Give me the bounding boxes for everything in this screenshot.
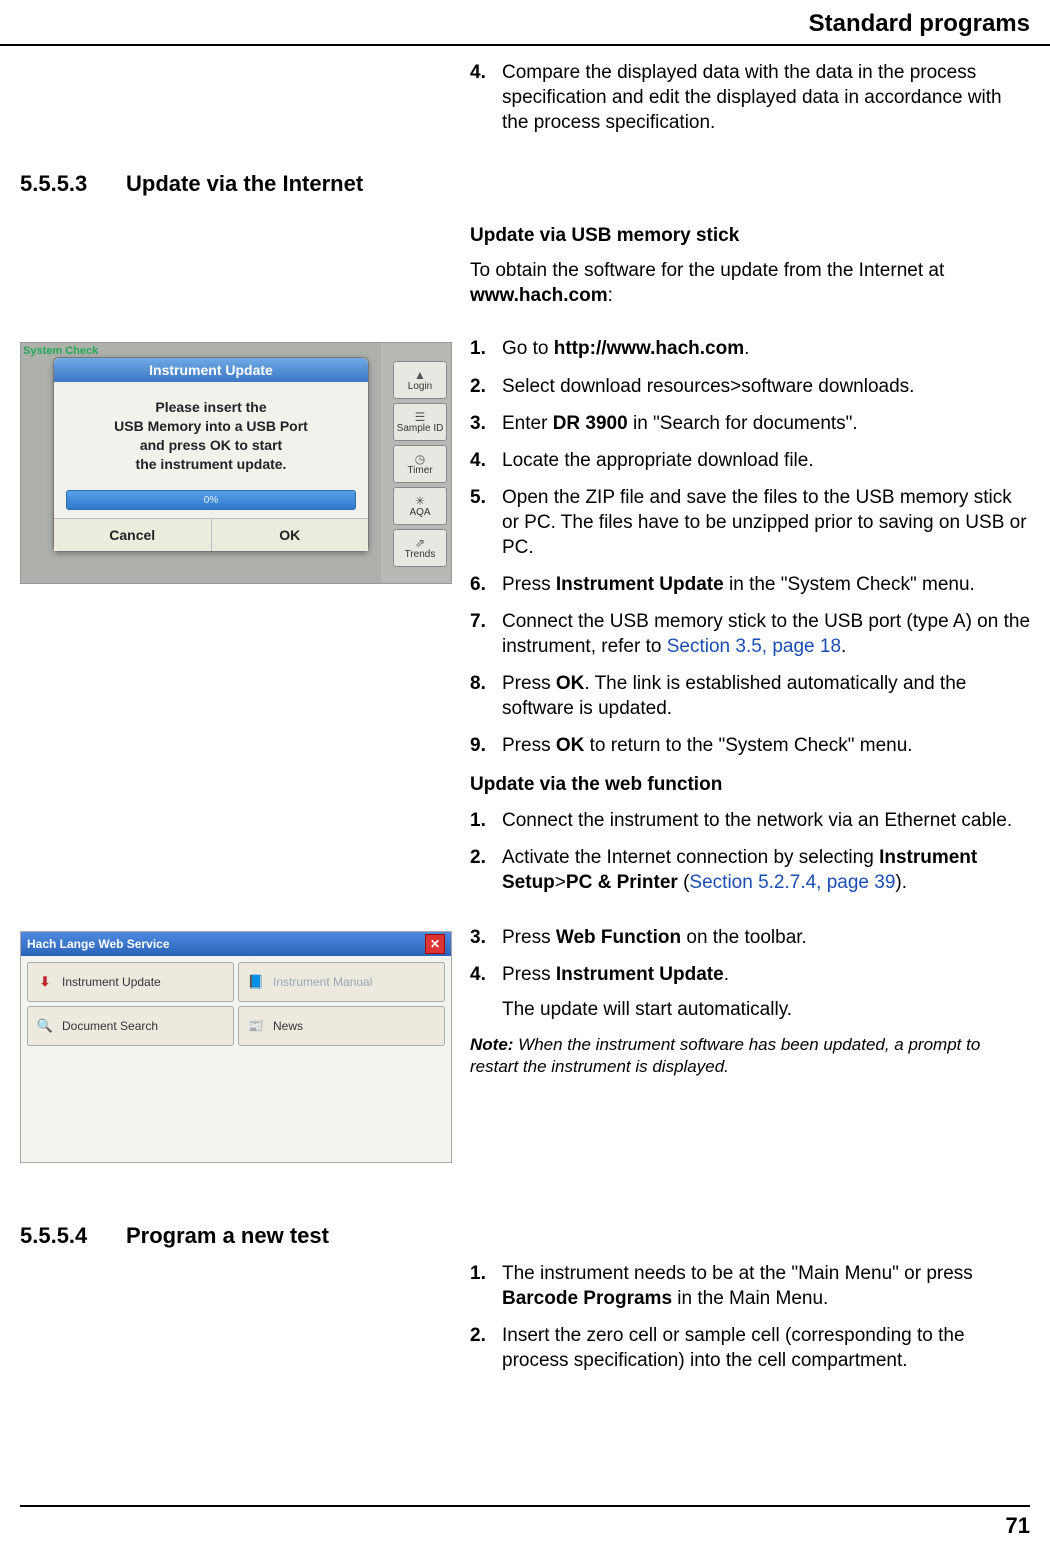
fig1-ok-button: OK	[211, 519, 369, 551]
step-text: Compare the displayed data with the data…	[502, 60, 1030, 135]
figure-instrument-update-dialog: System Check ▲Login ☰Sample ID ◷Timer ✳A…	[20, 342, 452, 584]
manual-icon: 📘	[247, 973, 265, 991]
usb-step-5: 5.Open the ZIP file and save the files t…	[470, 485, 1030, 560]
intro-step-4: 4. Compare the displayed data with the d…	[470, 60, 1030, 135]
note-text: When the instrument software has been up…	[470, 1035, 980, 1076]
usb-step-9: 9.Press OK to return to the "System Chec…	[470, 733, 1030, 758]
usb-step-4: 4.Locate the appropriate download file.	[470, 448, 1030, 473]
s5554-step-2: 2.Insert the zero cell or sample cell (c…	[470, 1323, 1030, 1373]
search-icon: 🔍	[36, 1017, 54, 1035]
fig1-cancel-button: Cancel	[54, 519, 211, 551]
usb-steps: 1.Go to http://www.hach.com. 2.Select do…	[470, 336, 1030, 758]
usb-step-1: 1.Go to http://www.hach.com.	[470, 336, 1030, 361]
link-section-5-2-7-4[interactable]: Section 5.2.7.4, page 39	[689, 872, 895, 893]
fig1-progress-bar: 0%	[66, 490, 356, 510]
fig1-side-login: ▲Login	[393, 361, 447, 399]
usb-subhead: Update via USB memory stick	[470, 223, 1030, 248]
sec5554-steps: 1.The instrument needs to be at the "Mai…	[470, 1261, 1030, 1373]
web-step-4: 4.Press Instrument Update.The update wil…	[470, 962, 1030, 1022]
section-number: 5.5.5.3	[20, 171, 126, 197]
fig2-tile-news: 📰News	[238, 1006, 445, 1046]
pdf-icon: ⬇	[36, 973, 54, 991]
note: Note: When the instrument software has b…	[470, 1034, 1030, 1079]
usb-intro: To obtain the software for the update fr…	[470, 258, 1030, 308]
web-steps-b: 3.Press Web Function on the toolbar. 4.P…	[470, 925, 1030, 1022]
fig1-side-trends: ⇗Trends	[393, 529, 447, 567]
page-header: Standard programs	[0, 0, 1050, 46]
usb-step-8: 8.Press OK. The link is established auto…	[470, 671, 1030, 721]
fig1-side-timer: ◷Timer	[393, 445, 447, 483]
section-title: Program a new test	[126, 1223, 329, 1249]
fig1-sidebar: ▲Login ☰Sample ID ◷Timer ✳AQA ⇗Trends	[393, 361, 447, 567]
fig1-dialog-body: Please insert the USB Memory into a USB …	[54, 382, 368, 484]
fig2-tile-instrument-update: ⬇Instrument Update	[27, 962, 234, 1002]
fig1-side-aqa: ✳AQA	[393, 487, 447, 525]
link-section-3-5[interactable]: Section 3.5, page 18	[667, 636, 841, 657]
usb-step-3: 3.Enter DR 3900 in "Search for documents…	[470, 411, 1030, 436]
web-step-1: 1.Connect the instrument to the network …	[470, 808, 1030, 833]
page-number: 71	[1006, 1513, 1030, 1538]
usb-step-6: 6.Press Instrument Update in the "System…	[470, 572, 1030, 597]
fig2-title: Hach Lange Web Service	[27, 937, 170, 951]
news-icon: 📰	[247, 1017, 265, 1035]
page-footer: 71	[20, 1505, 1030, 1539]
fig1-side-sampleid: ☰Sample ID	[393, 403, 447, 441]
fig1-corner-label: System Check	[23, 345, 98, 357]
web-subhead: Update via the web function	[470, 772, 1030, 797]
web-steps-a: 1.Connect the instrument to the network …	[470, 808, 1030, 895]
section-5553-heading: 5.5.5.3 Update via the Internet	[20, 171, 1030, 197]
close-icon: ✕	[425, 934, 445, 954]
usb-step-7: 7.Connect the USB memory stick to the US…	[470, 609, 1030, 659]
section-number: 5.5.5.4	[20, 1223, 126, 1249]
fig2-tile-instrument-manual: 📘Instrument Manual	[238, 962, 445, 1002]
note-label: Note:	[470, 1035, 513, 1054]
usb-step-2: 2.Select download resources>software dow…	[470, 374, 1030, 399]
step-number: 4.	[470, 60, 502, 135]
section-title: Update via the Internet	[126, 171, 363, 197]
figure-web-service: Hach Lange Web Service ✕ ⬇Instrument Upd…	[20, 931, 452, 1163]
fig1-dialog: Instrument Update Please insert the USB …	[53, 357, 369, 552]
s5554-step-1: 1.The instrument needs to be at the "Mai…	[470, 1261, 1030, 1311]
web-step-3: 3.Press Web Function on the toolbar.	[470, 925, 1030, 950]
fig2-tile-document-search: 🔍Document Search	[27, 1006, 234, 1046]
web-step-2: 2.Activate the Internet connection by se…	[470, 845, 1030, 895]
fig1-dialog-title: Instrument Update	[54, 358, 368, 382]
section-5554-heading: 5.5.5.4 Program a new test	[20, 1223, 1030, 1249]
